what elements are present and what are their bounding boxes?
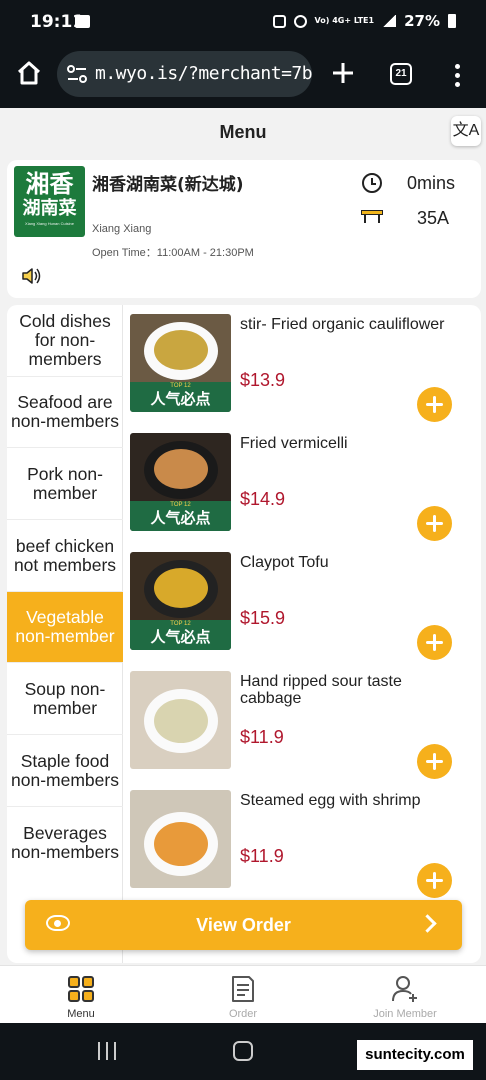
document-icon (232, 976, 254, 1002)
grid-icon (68, 976, 94, 1002)
gallery-notification-icon (75, 15, 90, 28)
dish-card[interactable]: Steamed egg with shrimp $11.9 (127, 785, 481, 903)
category-item[interactable]: Beverages non-members (7, 807, 123, 878)
nav-order[interactable]: Order (162, 966, 324, 1024)
dish-card[interactable]: TOP 12 人气必点 Claypot Tofu $15.9 (127, 547, 481, 665)
nav-join-member[interactable]: Join Member (324, 966, 486, 1024)
dot-icon (454, 82, 460, 87)
add-to-cart-button[interactable] (417, 744, 452, 779)
clock-icon (362, 173, 382, 193)
nav-menu-label: Menu (67, 1008, 95, 1020)
dish-card[interactable]: TOP 12 人气必点 stir- Fried organic cauliflo… (127, 309, 481, 427)
dish-price: $14.9 (240, 489, 286, 509)
dish-image[interactable] (130, 790, 231, 888)
dish-price: $13.9 (240, 370, 286, 390)
dish-card[interactable]: Hand ripped sour taste cabbage $11.9 (127, 666, 481, 784)
dish-badge: TOP 12 人气必点 (130, 501, 231, 531)
home-button[interactable] (14, 58, 44, 88)
notification-icon (272, 14, 286, 28)
category-item[interactable]: beef chicken not members (7, 520, 123, 592)
status-indicators: Vo) 4G+ LTE1 27% (272, 12, 456, 30)
site-settings-icon[interactable] (67, 65, 87, 83)
dish-price: $11.9 (240, 846, 284, 866)
bottom-nav: Menu Order Join Member (0, 965, 486, 1023)
dish-image[interactable]: TOP 12 人气必点 (130, 314, 231, 412)
alarm-icon (293, 14, 307, 28)
add-to-cart-button[interactable] (417, 863, 452, 898)
add-to-cart-button[interactable] (417, 387, 452, 422)
dot-icon (454, 64, 460, 69)
plus-icon (333, 63, 353, 83)
dish-card[interactable]: TOP 12 人气必点 Fried vermicelli $14.9 (127, 428, 481, 546)
category-item[interactable]: Staple food non-members (7, 735, 123, 807)
category-item-active[interactable]: Vegetable non-member (7, 592, 123, 663)
store-card: 湘香 湖南菜 Xiang Xiang Hunan Cuisine 湘香湖南菜(新… (7, 160, 481, 298)
dish-badge: TOP 12 人气必点 (130, 382, 231, 412)
dish-name: Hand ripped sour taste cabbage (240, 673, 402, 707)
tab-switcher-button[interactable]: 21 (390, 63, 412, 85)
system-home-button[interactable] (233, 1041, 253, 1061)
category-item[interactable]: Cold dishes for non-members (7, 305, 123, 377)
network-label: Vo) 4G+ LTE1 (314, 16, 375, 25)
nav-join-member-label: Join Member (373, 1008, 437, 1020)
dish-name: Fried vermicelli (240, 435, 348, 452)
store-subtitle: Xiang Xiang (92, 223, 152, 235)
more-menu-button[interactable] (447, 62, 467, 88)
person-add-icon (392, 976, 417, 1002)
status-bar: 19:11 Vo) 4G+ LTE1 27% (0, 0, 486, 46)
dot-icon (454, 73, 460, 78)
signal-icon (382, 15, 397, 27)
dish-name: stir- Fried organic cauliflower (240, 316, 445, 333)
url-text[interactable]: m.wyo.is/?merchant=7b (95, 63, 312, 84)
dish-badge: TOP 12 人气必点 (130, 620, 231, 650)
view-order-label: View Order (196, 915, 291, 935)
add-to-cart-button[interactable] (417, 625, 452, 660)
watermark: suntecity.com (357, 1040, 473, 1070)
translate-button[interactable]: 文A (451, 116, 481, 146)
logo-line-1: 湘香 (25, 169, 74, 198)
nav-order-label: Order (228, 1008, 258, 1020)
logo-line-3: Xiang Xiang Hunan Cuisine (25, 221, 74, 226)
menu-panel: Cold dishes for non-members Seafood are … (7, 305, 481, 963)
wait-time: 0mins (407, 173, 456, 193)
recents-button[interactable] (97, 1042, 117, 1060)
battery-percent: 27% (404, 12, 440, 30)
store-hours: Open Time：11:00AM - 21:30PM (92, 247, 254, 259)
nav-menu[interactable]: Menu (0, 966, 162, 1024)
dish-name: Steamed egg with shrimp (240, 792, 421, 809)
dish-name: Claypot Tofu (240, 554, 329, 571)
dish-image[interactable] (130, 671, 231, 769)
category-item[interactable]: Soup non-member (7, 663, 123, 735)
dish-image[interactable]: TOP 12 人气必点 (130, 433, 231, 531)
view-order-button[interactable]: View Order (25, 900, 462, 950)
dish-price: $15.9 (240, 608, 286, 628)
browser-chrome: 19:11 Vo) 4G+ LTE1 27% m.wyo.is/?merchan… (0, 0, 486, 108)
store-logo: 湘香 湖南菜 Xiang Xiang Hunan Cuisine (14, 166, 85, 237)
speaker-icon[interactable] (21, 266, 43, 286)
table-number: 35A (417, 208, 450, 228)
store-name: 湘香湖南菜(新达城) (92, 175, 244, 195)
home-icon (17, 61, 41, 85)
dish-image[interactable]: TOP 12 人气必点 (130, 552, 231, 650)
dish-price: $11.9 (240, 727, 284, 747)
battery-icon (448, 14, 456, 28)
category-list: Cold dishes for non-members Seafood are … (7, 305, 123, 963)
new-tab-button[interactable] (328, 58, 358, 88)
table-icon (361, 210, 383, 224)
url-bar[interactable]: m.wyo.is/?merchant=7b (57, 51, 312, 97)
category-item[interactable]: Pork non-member (7, 448, 123, 520)
add-to-cart-button[interactable] (417, 506, 452, 541)
page-title: Menu (219, 122, 267, 142)
category-item[interactable]: Seafood are non-members (7, 377, 123, 448)
logo-line-2: 湖南菜 (22, 198, 77, 219)
